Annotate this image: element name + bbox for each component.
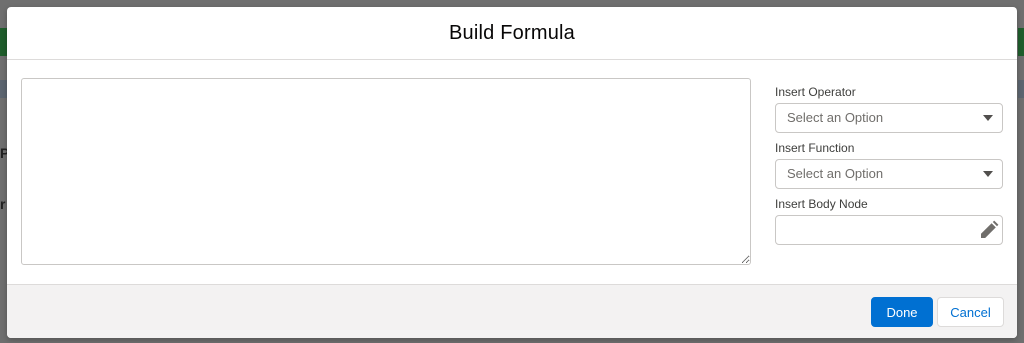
modal-header: Build Formula: [7, 7, 1017, 60]
insert-function-label: Insert Function: [775, 141, 855, 155]
insert-function-value: Select an Option: [787, 166, 884, 181]
insert-body-node-label: Insert Body Node: [775, 197, 868, 211]
modal-body: Insert Operator Select an Option Insert …: [7, 60, 1017, 285]
modal-footer: Done Cancel: [7, 284, 1017, 338]
pencil-icon[interactable]: [977, 220, 999, 242]
done-button[interactable]: Done: [871, 297, 933, 327]
formula-textarea[interactable]: [21, 78, 751, 265]
modal-title: Build Formula: [449, 21, 575, 44]
insert-panel: Insert Operator Select an Option Insert …: [775, 84, 1003, 245]
chevron-down-icon: [983, 171, 993, 177]
chevron-down-icon: [983, 115, 993, 121]
backdrop-header-strip: [1018, 28, 1024, 56]
insert-operator-value: Select an Option: [787, 110, 884, 125]
insert-operator-select[interactable]: Select an Option: [775, 103, 1003, 133]
insert-operator-label: Insert Operator: [775, 85, 856, 99]
cancel-button[interactable]: Cancel: [937, 297, 1004, 327]
insert-function-select[interactable]: Select an Option: [775, 159, 1003, 189]
insert-body-node-field[interactable]: [775, 215, 1003, 245]
build-formula-modal: Build Formula Insert Operator Select an …: [7, 7, 1017, 338]
backdrop-nav-strip: [1018, 80, 1024, 98]
